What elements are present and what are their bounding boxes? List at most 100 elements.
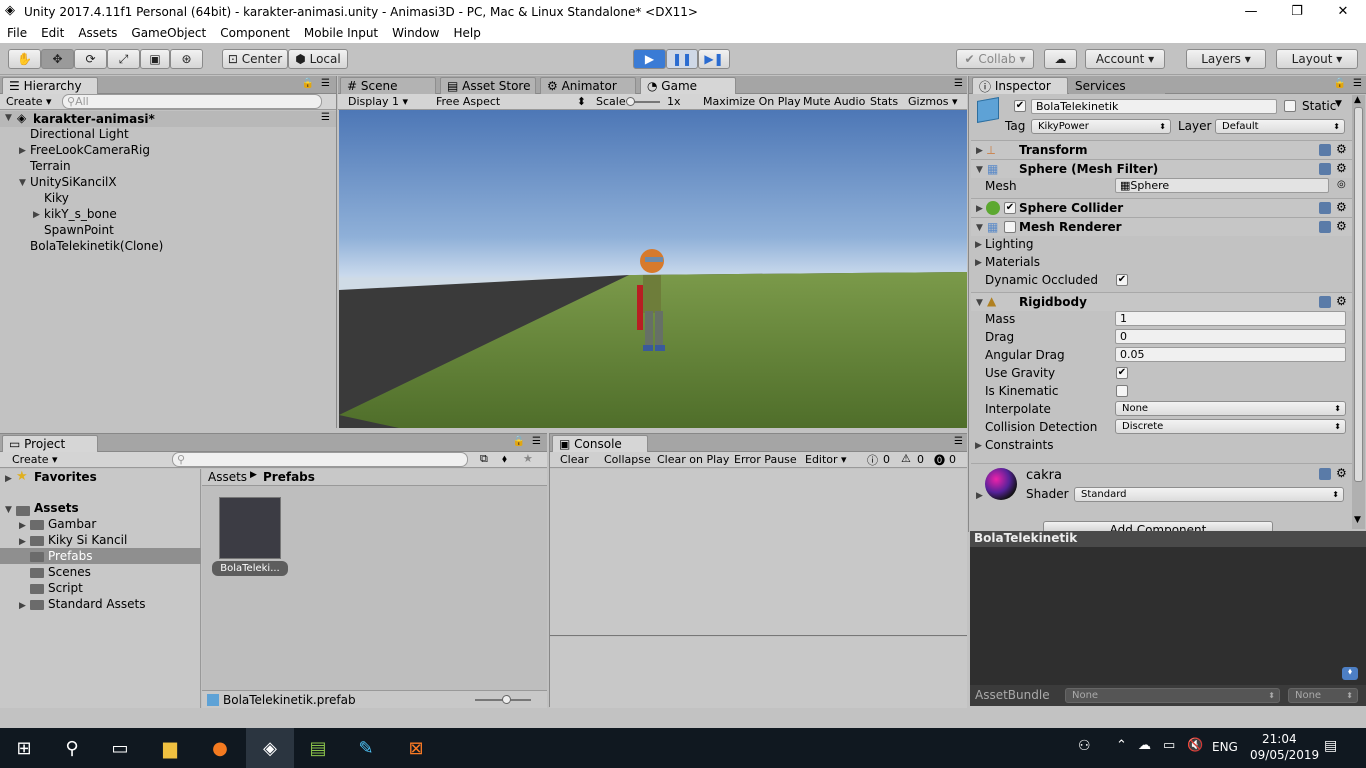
component-settings-icon[interactable]: ⚙ xyxy=(1336,466,1347,480)
filter-label-icon[interactable]: ⬧ xyxy=(502,452,507,466)
language-indicator[interactable]: ENG xyxy=(1212,740,1238,754)
expand-arrow-icon[interactable]: ▶ xyxy=(5,474,12,484)
panel-menu-icon[interactable]: ☰ xyxy=(532,436,541,447)
tab-asset-store[interactable]: ▤ Asset Store xyxy=(440,77,536,94)
active-checkbox[interactable]: ✔ xyxy=(1014,100,1026,112)
component-settings-icon[interactable]: ⚙ xyxy=(1336,294,1347,308)
people-icon[interactable]: ⚇ xyxy=(1078,738,1091,754)
scroll-thumb[interactable] xyxy=(1354,107,1363,482)
game-viewport[interactable] xyxy=(339,110,967,428)
scene-menu-icon[interactable]: ☰ xyxy=(321,112,330,123)
lock-icon[interactable]: 🔒 xyxy=(302,78,314,89)
drag-field[interactable]: 0 xyxy=(1115,329,1346,344)
object-name-field[interactable]: BolaTelekinetik xyxy=(1031,99,1277,114)
tab-inspector[interactable]: ⓘ Inspector xyxy=(972,77,1068,94)
component-rigidbody[interactable]: ▼ ▲ Rigidbody ⚙ xyxy=(971,292,1352,311)
folder-item-selected[interactable]: Prefabs xyxy=(0,548,201,564)
expand-arrow-icon[interactable]: ▶ xyxy=(33,210,40,220)
task-view-icon[interactable]: ▭ xyxy=(96,728,144,768)
notifications-icon[interactable]: ▤ xyxy=(1324,738,1337,754)
help-book-icon[interactable] xyxy=(1319,202,1331,214)
network-icon[interactable]: ▭ xyxy=(1163,738,1175,753)
menu-gameobject[interactable]: GameObject xyxy=(124,26,213,40)
assetbundle-dropdown[interactable]: None xyxy=(1065,688,1280,703)
component-transform[interactable]: ▶ ⟂ Transform ⚙ xyxy=(971,140,1352,159)
clock-time[interactable]: 21:04 xyxy=(1262,732,1297,746)
project-search-input[interactable]: ⚲ xyxy=(172,452,468,467)
clear-on-play-button[interactable]: Clear on Play xyxy=(657,453,729,466)
warning-icon[interactable]: ⚠ xyxy=(901,452,911,465)
expand-arrow-icon[interactable]: ▶ xyxy=(975,441,982,451)
rect-tool-icon[interactable]: ▣ xyxy=(140,49,170,69)
expand-arrow-icon[interactable]: ▶ xyxy=(19,521,26,531)
collider-enabled-checkbox[interactable]: ✔ xyxy=(1004,202,1016,214)
menu-help[interactable]: Help xyxy=(446,26,487,40)
hierarchy-item[interactable]: Terrain xyxy=(30,159,71,173)
spreadsheet-icon[interactable]: ▤ xyxy=(294,728,342,768)
pivot-center-button[interactable]: ⊡ Center xyxy=(222,49,288,69)
help-book-icon[interactable] xyxy=(1319,221,1331,233)
tab-services[interactable]: Services xyxy=(1069,77,1165,94)
tab-hierarchy[interactable]: ☰ Hierarchy xyxy=(2,77,98,94)
collapse-button[interactable]: Collapse xyxy=(604,453,651,466)
shader-dropdown[interactable]: Standard xyxy=(1074,487,1344,502)
expand-arrow-icon[interactable]: ▶ xyxy=(976,491,983,501)
lock-icon[interactable]: 🔒 xyxy=(513,436,525,447)
component-settings-icon[interactable]: ⚙ xyxy=(1336,142,1347,156)
folder-item[interactable]: Standard Assets xyxy=(30,597,145,611)
renderer-enabled-checkbox[interactable] xyxy=(1004,221,1016,233)
breadcrumb-root[interactable]: Assets xyxy=(208,470,247,484)
tray-chevron-icon[interactable]: ⌃ xyxy=(1116,738,1127,753)
onedrive-icon[interactable]: ☁ xyxy=(1138,738,1151,753)
expand-arrow-icon[interactable]: ▼ xyxy=(976,223,983,233)
materials-label[interactable]: Materials xyxy=(985,255,1040,269)
prefab-label[interactable]: BolaTeleki... xyxy=(212,561,288,576)
angular-drag-field[interactable]: 0.05 xyxy=(1115,347,1346,362)
panel-menu-icon[interactable]: ☰ xyxy=(1353,78,1362,89)
mute-audio-button[interactable]: Mute Audio xyxy=(803,95,865,108)
mesh-field[interactable]: ▦Sphere xyxy=(1115,178,1329,193)
hierarchy-item[interactable]: FreeLookCameraRig xyxy=(30,143,150,157)
object-picker-icon[interactable]: ◎ xyxy=(1337,179,1346,190)
panel-menu-icon[interactable]: ☰ xyxy=(954,436,963,447)
error-icon[interactable]: ⓿ xyxy=(934,452,945,468)
account-dropdown[interactable]: Account ▾ xyxy=(1085,49,1165,69)
assetbundle-variant-dropdown[interactable]: None xyxy=(1288,688,1358,703)
favorites-label[interactable]: Favorites xyxy=(34,470,97,484)
add-component-button[interactable]: Add Component xyxy=(1043,521,1273,531)
help-book-icon[interactable] xyxy=(1319,144,1331,156)
info-icon[interactable]: ⓘ xyxy=(867,452,878,468)
pause-button[interactable]: ❚❚ xyxy=(666,49,698,69)
console-detail-area[interactable] xyxy=(550,637,967,708)
use-gravity-checkbox[interactable]: ✔ xyxy=(1116,367,1128,379)
close-button[interactable]: ✕ xyxy=(1320,0,1366,23)
create-dropdown[interactable]: Create ▾ xyxy=(6,95,52,108)
icon-size-slider[interactable] xyxy=(475,695,531,704)
hierarchy-item[interactable]: BolaTelekinetik(Clone) xyxy=(30,239,163,253)
expand-arrow-icon[interactable]: ▶ xyxy=(19,601,26,611)
component-mesh-renderer[interactable]: ▼ ▦ Mesh Renderer ⚙ xyxy=(971,217,1352,236)
menu-assets[interactable]: Assets xyxy=(71,26,124,40)
file-explorer-icon[interactable]: ▆ xyxy=(146,728,194,768)
tag-icon[interactable]: ⬧ xyxy=(1342,667,1358,680)
help-book-icon[interactable] xyxy=(1319,163,1331,175)
scale-tool-icon[interactable]: ⤢ xyxy=(107,49,140,69)
inspector-scrollbar[interactable]: ▲ ▼ xyxy=(1352,95,1365,529)
error-pause-button[interactable]: Error Pause xyxy=(734,453,797,466)
dynamic-occluded-checkbox[interactable]: ✔ xyxy=(1116,274,1128,286)
maximize-on-play-button[interactable]: Maximize On Play xyxy=(703,95,801,108)
create-dropdown[interactable]: Create ▾ xyxy=(12,453,58,466)
console-log-area[interactable] xyxy=(550,469,967,636)
tab-animator[interactable]: ⚙ Animator xyxy=(540,77,636,94)
scale-slider[interactable] xyxy=(626,97,660,106)
hierarchy-item[interactable]: kikY_s_bone xyxy=(44,207,117,221)
rotate-tool-icon[interactable]: ⟳ xyxy=(74,49,107,69)
editor-dropdown[interactable]: Editor ▾ xyxy=(805,453,847,466)
clear-button[interactable]: Clear xyxy=(560,453,589,466)
folder-item[interactable]: Gambar xyxy=(30,517,96,531)
hierarchy-item[interactable]: UnitySiKancilX xyxy=(30,175,117,189)
collab-button[interactable]: ✔ Collab ▾ xyxy=(956,49,1034,69)
hand-tool-icon[interactable]: ✋ xyxy=(8,49,41,69)
component-settings-icon[interactable]: ⚙ xyxy=(1336,161,1347,175)
static-checkbox[interactable] xyxy=(1284,100,1296,112)
